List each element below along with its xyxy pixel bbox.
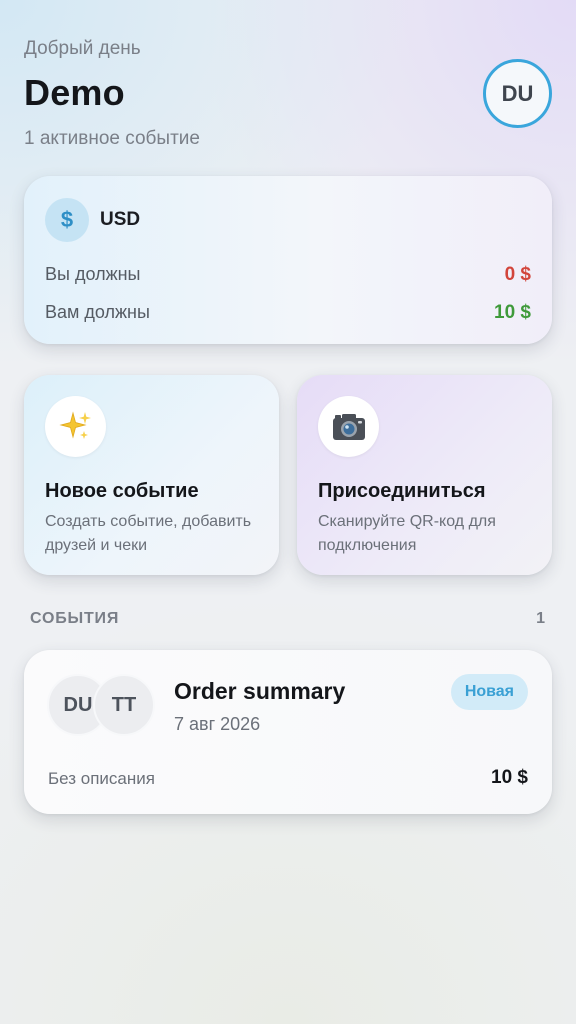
join-subtitle: Сканируйте QR-код для подключения [318,513,496,554]
dollar-icon: $ [45,198,89,242]
participant-avatar: TT [93,674,155,736]
event-title: Order summary [174,678,346,704]
active-events-count: 1 активное событие [24,128,200,149]
events-section-count: 1 [536,610,545,627]
event-card[interactable]: DU TT Order summary 7 авг 2026 Новая Без… [24,650,552,814]
owed-to-you-value: 10 $ [494,302,531,323]
owed-to-you-label: Вам должны [45,302,150,322]
balance-card[interactable]: $ USD Вы должны 0 $ Вам должны 10 $ [24,176,552,344]
join-button[interactable]: Присоединиться Сканируйте QR-код для под… [297,375,552,575]
camera-icon [318,396,379,457]
events-section-title: СОБЫТИЯ [30,610,120,627]
status-badge: Новая [450,674,528,710]
new-event-button[interactable]: Новое событие Создать событие, добавить … [24,375,279,575]
currency-code: USD [100,209,141,230]
greeting-text: Добрый день [24,38,141,59]
event-date: 7 авг 2026 [174,714,261,734]
avatar[interactable]: DU [483,59,552,128]
event-description: Без описания [48,769,155,788]
new-event-title: Новое событие [45,480,199,502]
sparkles-icon [45,396,106,457]
join-title: Присоединиться [318,480,486,502]
new-event-subtitle: Создать событие, добавить друзей и чеки [45,513,252,554]
username-title: Demo [24,72,125,113]
you-owe-value: 0 $ [504,264,531,285]
event-amount: 10 $ [491,767,528,788]
you-owe-label: Вы должны [45,264,141,284]
